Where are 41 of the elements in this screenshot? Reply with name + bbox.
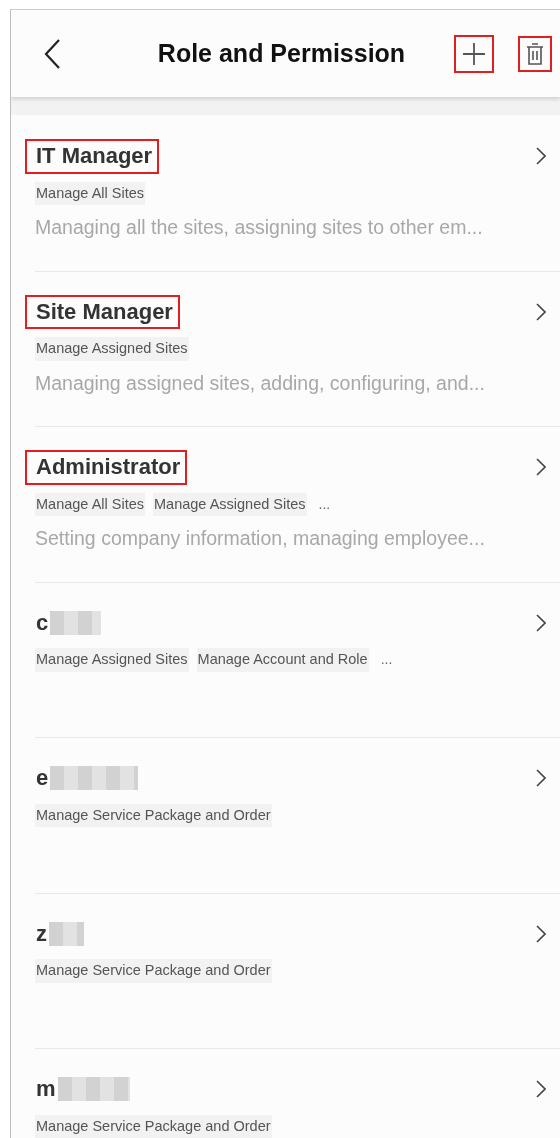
chevron-right-icon: [536, 147, 546, 166]
role-item[interactable]: Site Manager Manage Assigned Sites Managing assigned sites, adding, configuring, and...: [11, 270, 560, 426]
role-name: IT Manager: [25, 139, 160, 174]
more-ellipsis: ...: [380, 650, 393, 670]
page-title: Role and Permission: [156, 37, 407, 69]
role-name: m: [35, 1075, 57, 1103]
permission-tag: Manage Service Package and Order: [35, 1114, 272, 1138]
chevron-right-icon: [536, 1080, 546, 1099]
role-item[interactable]: z Manage Service Package and Order: [11, 892, 560, 1048]
role-description: Managing all the sites, assigning sites to other em...: [35, 215, 484, 241]
more-ellipsis: ...: [318, 494, 331, 514]
permission-tag: Manage Assigned Sites: [153, 492, 307, 517]
permission-tag: Manage Service Package and Order: [35, 803, 272, 828]
role-description: Managing assigned sites, adding, configuring, and...: [35, 370, 486, 396]
permission-tag: Manage All Sites: [35, 181, 145, 206]
role-item[interactable]: c Manage Assigned Sites Manage Account and Role ...: [11, 581, 560, 737]
role-item[interactable]: e Manage Service Package and Order: [11, 737, 560, 893]
chevron-right-icon: [536, 924, 546, 943]
chevron-right-icon: [536, 302, 546, 321]
role-name: z: [35, 919, 48, 948]
back-icon: [43, 37, 61, 70]
permission-tag: Manage Service Package and Order: [35, 959, 272, 983]
permission-tag: Manage Assigned Sites: [35, 648, 189, 672]
role-item[interactable]: IT Manager Manage All Sites Managing all the sites, assigning sites to other em...: [11, 115, 560, 271]
add-button[interactable]: [454, 34, 494, 73]
permission-tag: Manage All Sites: [35, 492, 145, 517]
permission-tag: Manage Assigned Sites: [35, 337, 189, 361]
delete-button[interactable]: [518, 35, 552, 72]
role-item[interactable]: Administrator Manage All Sites Manage Assigned Sites ... Setting company information, managing employee...: [11, 426, 560, 582]
trash-icon: [526, 42, 544, 65]
role-name: e: [35, 764, 50, 792]
role-name: Site Manager: [25, 294, 180, 330]
permission-tag: Manage Account and Role: [196, 648, 369, 672]
chevron-right-icon: [536, 769, 546, 788]
chevron-right-icon: [536, 613, 546, 632]
plus-icon: [462, 41, 486, 66]
role-item[interactable]: m Manage Service Package and Order: [11, 1048, 560, 1138]
chevron-right-icon: [536, 458, 546, 477]
role-description: Setting company information, managing employee...: [35, 526, 486, 552]
role-name: Administrator: [25, 450, 188, 485]
role-name: c: [35, 608, 50, 637]
